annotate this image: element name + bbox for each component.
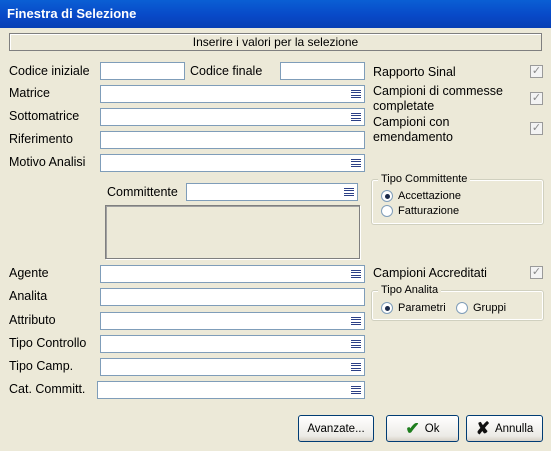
agente-list-icon[interactable] xyxy=(348,267,363,281)
tipo-camp-input[interactable] xyxy=(101,359,346,375)
motivo-analisi-input[interactable] xyxy=(101,155,346,171)
codice-iniziale-label: Codice iniziale xyxy=(9,64,90,78)
tipo-controllo-field[interactable] xyxy=(100,335,365,353)
motivo-analisi-field[interactable] xyxy=(100,154,365,172)
radio-accettazione-button[interactable] xyxy=(381,190,393,202)
committente-list-box[interactable] xyxy=(105,205,360,259)
tipo-controllo-input[interactable] xyxy=(101,336,346,352)
riferimento-label: Riferimento xyxy=(9,132,73,146)
campioni-emendamento-label-line2: emendamento xyxy=(373,130,453,144)
radio-accettazione-label: Accettazione xyxy=(398,190,461,202)
riferimento-field[interactable] xyxy=(100,131,365,149)
agente-field[interactable] xyxy=(100,265,365,283)
annulla-button[interactable]: ✘ Annulla xyxy=(466,415,543,442)
riferimento-input[interactable] xyxy=(101,132,364,148)
tipo-controllo-list-icon[interactable] xyxy=(348,337,363,351)
ok-button[interactable]: ✔ Ok xyxy=(386,415,459,442)
campioni-commesse-label-line1: Campioni di commesse xyxy=(373,84,503,98)
rapporto-sinal-label: Rapporto Sinal xyxy=(373,65,456,79)
cat-committ-input[interactable] xyxy=(98,382,346,398)
radio-gruppi[interactable]: Gruppi xyxy=(456,302,506,314)
selection-window: Finestra di Selezione Inserire i valori … xyxy=(0,0,551,451)
codice-finale-label: Codice finale xyxy=(190,64,263,78)
window-title: Finestra di Selezione xyxy=(0,0,551,28)
radio-parametri-button[interactable] xyxy=(381,302,393,314)
campioni-emendamento-checkbox[interactable]: ✓ xyxy=(530,122,543,135)
attributo-label: Attributo xyxy=(9,313,56,327)
matrice-field[interactable] xyxy=(100,85,365,103)
radio-fatturazione-label: Fatturazione xyxy=(398,205,460,217)
motivo-analisi-label: Motivo Analisi xyxy=(9,155,86,169)
radio-fatturazione-button[interactable] xyxy=(381,205,393,217)
agente-input[interactable] xyxy=(101,266,346,282)
committente-label: Committente xyxy=(107,185,178,199)
cat-committ-field[interactable] xyxy=(97,381,365,399)
committente-list-icon[interactable] xyxy=(341,185,356,199)
annulla-button-label: Annulla xyxy=(494,422,534,435)
tipo-analita-group: Tipo Analita Parametri Gruppi xyxy=(371,283,544,321)
codice-iniziale-input[interactable] xyxy=(101,63,184,79)
sottomatrice-list-icon[interactable] xyxy=(348,110,363,124)
checkmark-icon: ✔ xyxy=(405,419,420,438)
matrice-label: Matrice xyxy=(9,86,50,100)
radio-parametri[interactable]: Parametri xyxy=(381,302,446,314)
attributo-field[interactable] xyxy=(100,312,365,330)
sottomatrice-label: Sottomatrice xyxy=(9,109,80,123)
matrice-input[interactable] xyxy=(101,86,346,102)
codice-finale-input[interactable] xyxy=(281,63,364,79)
campioni-commesse-checkbox[interactable]: ✓ xyxy=(530,92,543,105)
campioni-commesse-label-line2: completate xyxy=(373,99,435,113)
tipo-committente-group: Tipo Committente Accettazione Fatturazio… xyxy=(371,172,544,225)
radio-gruppi-button[interactable] xyxy=(456,302,468,314)
analita-label: Analita xyxy=(9,289,48,303)
avanzate-button-label: Avanzate... xyxy=(307,422,365,435)
radio-fatturazione[interactable]: Fatturazione xyxy=(381,205,459,217)
x-icon: ✘ xyxy=(475,419,490,438)
tipo-camp-field[interactable] xyxy=(100,358,365,376)
cat-committ-label: Cat. Committ. xyxy=(9,382,86,396)
cat-committ-list-icon[interactable] xyxy=(348,383,363,397)
tipo-camp-label: Tipo Camp. xyxy=(9,359,74,373)
committente-input[interactable] xyxy=(187,184,339,200)
analita-field[interactable] xyxy=(100,288,365,306)
codice-finale-field[interactable] xyxy=(280,62,365,80)
ok-button-label: Ok xyxy=(424,422,440,435)
committente-field[interactable] xyxy=(186,183,358,201)
radio-parametri-label: Parametri xyxy=(398,302,446,314)
avanzate-button[interactable]: Avanzate... xyxy=(298,415,374,442)
campioni-accreditati-label: Campioni Accreditati xyxy=(373,266,487,280)
radio-accettazione[interactable]: Accettazione xyxy=(381,190,461,202)
tipo-controllo-label: Tipo Controllo xyxy=(9,336,87,350)
sottomatrice-input[interactable] xyxy=(101,109,346,125)
instruction-banner: Inserire i valori per la selezione xyxy=(9,33,542,51)
analita-input[interactable] xyxy=(101,289,364,305)
rapporto-sinal-checkbox[interactable]: ✓ xyxy=(530,65,543,78)
sottomatrice-field[interactable] xyxy=(100,108,365,126)
tipo-analita-legend: Tipo Analita xyxy=(378,283,442,297)
attributo-list-icon[interactable] xyxy=(348,314,363,328)
attributo-input[interactable] xyxy=(101,313,346,329)
tipo-camp-list-icon[interactable] xyxy=(348,360,363,374)
agente-label: Agente xyxy=(9,266,49,280)
tipo-committente-legend: Tipo Committente xyxy=(378,172,471,186)
matrice-list-icon[interactable] xyxy=(348,87,363,101)
radio-gruppi-label: Gruppi xyxy=(473,302,507,314)
codice-iniziale-field[interactable] xyxy=(100,62,185,80)
campioni-emendamento-label-line1: Campioni con xyxy=(373,115,450,129)
motivo-analisi-list-icon[interactable] xyxy=(348,156,363,170)
campioni-accreditati-checkbox[interactable]: ✓ xyxy=(530,266,543,279)
